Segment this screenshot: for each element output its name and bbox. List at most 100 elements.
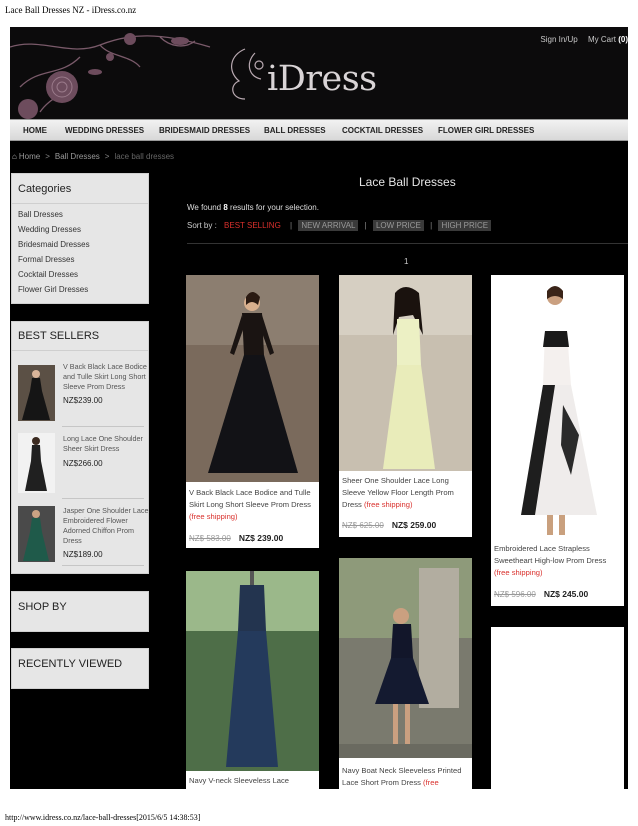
divider	[62, 498, 144, 499]
product-image[interactable]	[491, 275, 624, 537]
breadcrumb: ⌂ Home > Ball Dresses > lace ball dresses	[12, 152, 174, 161]
product-price: NZ$ 596.00 NZ$ 245.00	[494, 589, 588, 599]
sort-separator: |	[290, 221, 293, 230]
nav-ball-dresses[interactable]: BALL DRESSES	[264, 126, 326, 135]
product-name[interactable]: Sheer One Shoulder Lace Long Sleeve Yell…	[342, 475, 470, 511]
floral-decoration-icon	[10, 33, 211, 119]
product-price: NZ$ 583.00 NZ$ 239.00	[189, 533, 283, 543]
sort-new-arrival[interactable]: NEW ARRIVAL	[298, 220, 359, 231]
page: iDress Sign In/Up My Cart (0) HOME WEDDI…	[10, 27, 628, 789]
best-seller-image[interactable]	[18, 433, 55, 493]
nav-wedding-dresses[interactable]: WEDDING DRESSES	[65, 126, 144, 135]
sale-price: NZ$ 245.00	[543, 589, 589, 599]
category-formal-dresses[interactable]: Formal Dresses	[18, 255, 74, 264]
sort-high-price[interactable]: HIGH PRICE	[438, 220, 492, 231]
page-number[interactable]: 1	[404, 257, 408, 266]
best-seller-price: NZ$239.00	[63, 396, 103, 405]
best-seller-name[interactable]: V Back Black Lace Bodice and Tulle Skirt…	[63, 362, 149, 392]
best-seller-name[interactable]: Jasper One Shoulder Lace Embroidered Flo…	[63, 506, 149, 546]
recently-viewed-box[interactable]: RECENTLY VIEWED	[11, 648, 149, 689]
results-count: We found 8 results for your selection.	[187, 203, 319, 212]
home-icon: ⌂	[12, 152, 17, 161]
product-card[interactable]: Navy V-neck Sleeveless Lace	[186, 571, 319, 789]
results-number: 8	[223, 203, 228, 212]
cart-link[interactable]: My Cart (0)	[588, 35, 628, 44]
main-nav: HOME WEDDING DRESSES BRIDESMAID DRESSES …	[10, 119, 628, 141]
dress-thumbnail-icon	[18, 433, 55, 493]
product-card[interactable]	[491, 627, 624, 789]
site-header: iDress Sign In/Up My Cart (0)	[10, 27, 628, 119]
old-price: NZ$ 625.00	[342, 521, 384, 530]
product-card[interactable]: Embroidered Lace Strapless Sweetheart Hi…	[491, 275, 624, 606]
best-seller-price: NZ$189.00	[63, 550, 103, 559]
divider	[187, 243, 628, 244]
free-shipping-label: (free shipping)	[363, 500, 413, 509]
product-title: V Back Black Lace Bodice and Tulle Skirt…	[189, 488, 311, 509]
breadcrumb-ball-dresses[interactable]: Ball Dresses	[55, 152, 100, 161]
categories-title: Categories	[18, 183, 72, 195]
results-prefix: We found	[187, 203, 222, 212]
recently-viewed-title: RECENTLY VIEWED	[18, 658, 123, 670]
product-name[interactable]: V Back Black Lace Bodice and Tulle Skirt…	[189, 487, 317, 523]
sort-bar: Sort by : BEST SELLING | NEW ARRIVAL | L…	[187, 220, 493, 231]
shop-by-box[interactable]: SHOP BY	[11, 591, 149, 632]
product-title: Embroidered Lace Strapless Sweetheart Hi…	[494, 544, 607, 565]
best-sellers-title: BEST SELLERS	[18, 330, 100, 342]
category-flower-girl-dresses[interactable]: Flower Girl Dresses	[18, 285, 88, 294]
category-cocktail-dresses[interactable]: Cocktail Dresses	[18, 270, 78, 279]
product-image[interactable]	[339, 558, 472, 758]
nav-home[interactable]: HOME	[23, 126, 47, 135]
old-price: NZ$ 596.00	[494, 590, 536, 599]
sort-separator: |	[364, 221, 367, 230]
logo-ornament-icon	[231, 48, 264, 100]
product-title: Navy Boat Neck Sleeveless Printed Lace S…	[342, 766, 462, 787]
product-name[interactable]: Navy V-neck Sleeveless Lace	[189, 775, 317, 787]
nav-bridesmaid-dresses[interactable]: BRIDESMAID DRESSES	[159, 126, 250, 135]
shop-by-title: SHOP BY	[18, 601, 67, 613]
account-links: Sign In/Up My Cart (0)	[532, 35, 628, 44]
product-card[interactable]: Sheer One Shoulder Lace Long Sleeve Yell…	[339, 275, 472, 537]
category-ball-dresses[interactable]: Ball Dresses	[18, 210, 63, 219]
free-shipping-label: (free shipping)	[189, 512, 238, 521]
sale-price: NZ$ 259.00	[391, 520, 437, 530]
category-bridesmaid-dresses[interactable]: Bridesmaid Dresses	[18, 240, 90, 249]
sale-price: NZ$ 239.00	[238, 533, 284, 543]
page-title: Lace Ball Dresses	[359, 175, 456, 189]
breadcrumb-current: lace ball dresses	[114, 152, 175, 161]
product-image[interactable]	[339, 275, 472, 471]
dress-thumbnail-icon	[18, 365, 55, 421]
product-name[interactable]: Embroidered Lace Strapless Sweetheart Hi…	[494, 543, 622, 579]
print-page-url: http://www.idress.co.nz/lace-ball-dresse…	[5, 813, 201, 822]
divider	[12, 350, 148, 351]
results-suffix: results for your selection.	[230, 203, 319, 212]
site-logo[interactable]: iDress	[215, 41, 415, 107]
dress-thumbnail-icon	[18, 506, 55, 562]
product-card[interactable]: Navy Boat Neck Sleeveless Printed Lace S…	[339, 558, 472, 789]
sort-separator: |	[430, 221, 433, 230]
best-seller-image[interactable]	[18, 365, 55, 421]
best-seller-price: NZ$266.00	[63, 459, 103, 468]
divider	[62, 426, 144, 427]
sort-best-selling[interactable]: BEST SELLING	[221, 220, 284, 231]
divider	[12, 203, 148, 204]
product-price: NZ$ 625.00 NZ$ 259.00	[342, 520, 436, 530]
logo-text: iDress	[267, 59, 377, 99]
divider	[62, 565, 144, 566]
cart-label: My Cart	[587, 35, 616, 44]
free-shipping-label: (free shipping)	[494, 568, 543, 577]
nav-cocktail-dresses[interactable]: COCKTAIL DRESSES	[342, 126, 423, 135]
product-image[interactable]	[186, 275, 319, 482]
breadcrumb-separator: >	[45, 152, 50, 161]
sort-low-price[interactable]: LOW PRICE	[372, 220, 424, 231]
nav-flower-girl-dresses[interactable]: FLOWER GIRL DRESSES	[438, 126, 534, 135]
sign-in-link[interactable]: Sign In/Up	[540, 35, 577, 44]
product-card[interactable]: V Back Black Lace Bodice and Tulle Skirt…	[186, 275, 319, 548]
best-seller-image[interactable]	[18, 506, 55, 562]
cart-count: (0)	[618, 35, 628, 44]
breadcrumb-home[interactable]: Home	[19, 152, 40, 161]
breadcrumb-separator: >	[104, 152, 110, 161]
category-wedding-dresses[interactable]: Wedding Dresses	[18, 225, 81, 234]
best-seller-name[interactable]: Long Lace One Shoulder Sheer Skirt Dress	[63, 434, 149, 454]
product-name[interactable]: Navy Boat Neck Sleeveless Printed Lace S…	[342, 765, 470, 789]
product-image[interactable]	[186, 571, 319, 771]
